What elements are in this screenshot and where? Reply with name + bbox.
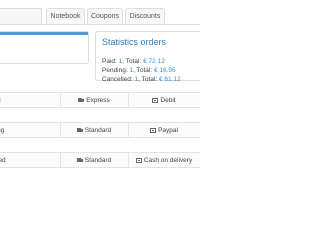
panel-accent-bar (0, 32, 88, 35)
order-payment-text: Cash on delivery (143, 156, 193, 164)
stat-total-label: Total: (136, 67, 153, 74)
tab-coupons[interactable]: Coupons (87, 8, 123, 24)
statistics-panel: Statistics orders Paid: 1, Total: € 72.1… (95, 31, 200, 83)
stat-pending: Pending: 1, Total: € 16.95 (102, 67, 176, 74)
truck-icon (76, 127, 83, 133)
order-status: d (0, 93, 61, 107)
order-status-text: d (0, 97, 1, 104)
order-status: led (0, 153, 61, 167)
stat-total: € 16.95 (153, 67, 176, 74)
stat-label: Paid: (102, 58, 117, 65)
tab-label: Coupons (90, 13, 120, 20)
stat-total: € 72.12 (143, 58, 165, 65)
money-icon (152, 97, 159, 103)
order-status-text: ng (0, 126, 5, 134)
money-icon (150, 127, 157, 133)
order-payment: Debit (128, 93, 200, 107)
order-status-text: led (0, 156, 6, 164)
statistics-title: Statistics orders (102, 37, 167, 47)
stat-total-label: Total: (141, 76, 158, 83)
tab-label: Discounts (129, 13, 161, 20)
order-row[interactable]: ng Standard Paypal (0, 122, 200, 138)
tab-notebook[interactable]: Notebook (46, 8, 85, 24)
tab-label: Notebook (50, 13, 81, 20)
money-icon (135, 157, 142, 163)
order-row[interactable]: d Express Debit (0, 92, 200, 108)
stat-label: Pending: (102, 67, 128, 74)
tab-divider (0, 24, 200, 25)
order-payment: Paypal (128, 123, 200, 137)
stat-cancelled: Cancelled: 1, Total: € 61.12 (102, 76, 181, 83)
info-panel (0, 31, 89, 64)
tab-partial[interactable] (0, 8, 42, 25)
order-payment: Cash on delivery (128, 153, 200, 167)
truck-icon (78, 97, 85, 103)
order-payment-text: Debit (160, 96, 176, 104)
order-shipping: Standard (60, 123, 129, 137)
stat-paid: Paid: 1, Total: € 72.12 (102, 58, 165, 65)
stat-count[interactable]: 1 (119, 58, 123, 65)
order-shipping-text: Express (86, 96, 110, 104)
order-shipping: Express (60, 93, 129, 107)
truck-icon (76, 157, 83, 163)
order-status: ng (0, 123, 61, 137)
stat-total-label: Total: (125, 58, 142, 65)
order-shipping-text: Standard (84, 126, 112, 134)
stat-total: € 61.12 (159, 76, 181, 83)
order-payment-text: Paypal (158, 126, 178, 134)
order-shipping: Standard (60, 153, 129, 167)
order-shipping-text: Standard (84, 156, 112, 164)
stat-count[interactable]: 1 (129, 67, 133, 74)
stat-label: Cancelled: (102, 76, 133, 83)
order-row[interactable]: led Standard Cash on delivery (0, 152, 200, 168)
tab-discounts[interactable]: Discounts (125, 8, 165, 24)
tab-bar: Notebook Coupons Discounts (0, 0, 200, 25)
stat-count[interactable]: 1 (135, 76, 139, 83)
